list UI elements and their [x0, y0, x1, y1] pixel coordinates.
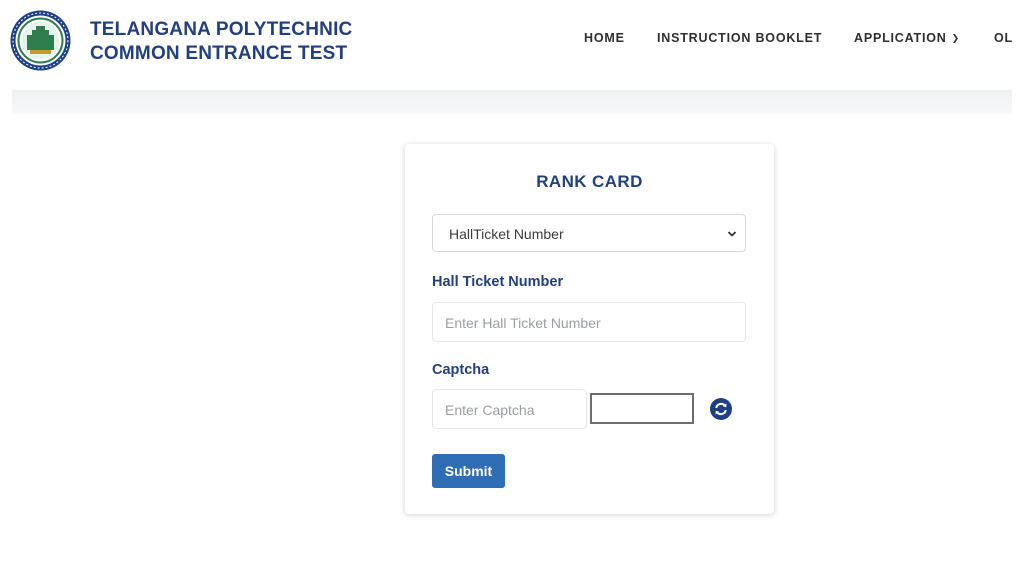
search-type-select[interactable]: HallTicket Number [432, 214, 746, 252]
site-header: TELANGANA POLYTECHNIC COMMON ENTRANCE TE… [0, 0, 1024, 88]
form-title: RANK CARD [536, 172, 643, 191]
site-title-line2: COMMON ENTRANCE TEST [90, 43, 348, 64]
nav-item-home[interactable]: HOME [584, 31, 625, 45]
nav-item-label: OL [994, 31, 1013, 45]
nav-item-ol[interactable]: OL [994, 31, 1013, 45]
submit-button[interactable]: Submit [432, 454, 505, 488]
nav-item-instruction-booklet[interactable]: INSTRUCTION BOOKLET [657, 31, 822, 45]
nav-item-label: INSTRUCTION BOOKLET [657, 31, 823, 45]
captcha-image [590, 393, 694, 424]
header-divider-strip [12, 90, 1012, 114]
hall-ticket-input[interactable]: Enter Hall Ticket Number [432, 302, 746, 342]
captcha-label: Captcha [432, 362, 490, 378]
chevron-down-icon: ❯ [951, 33, 960, 43]
refresh-icon[interactable] [710, 398, 732, 420]
captcha-input[interactable]: Enter Captcha [432, 389, 587, 429]
nav-item-application[interactable]: APPLICATION ❯ [854, 31, 960, 45]
search-type-selected-value: HallTicket Number [449, 226, 564, 242]
nav-item-label: HOME [584, 31, 625, 45]
main-nav: HOME INSTRUCTION BOOKLET APPLICATION ❯ OL [584, 31, 1024, 49]
state-emblem-logo-icon[interactable] [10, 10, 71, 71]
chevron-down-icon [727, 231, 737, 237]
rank-card-form: RANK CARD HallTicket Number Hall Ticket … [405, 144, 774, 514]
captcha-placeholder: Enter Captcha [445, 402, 535, 418]
hall-ticket-placeholder: Enter Hall Ticket Number [445, 315, 601, 331]
nav-item-label: APPLICATION [854, 31, 947, 45]
hall-ticket-label: Hall Ticket Number [432, 274, 564, 290]
site-title: TELANGANA POLYTECHNIC COMMON ENTRANCE TE… [90, 18, 352, 66]
site-title-line1: TELANGANA POLYTECHNIC [90, 19, 353, 40]
